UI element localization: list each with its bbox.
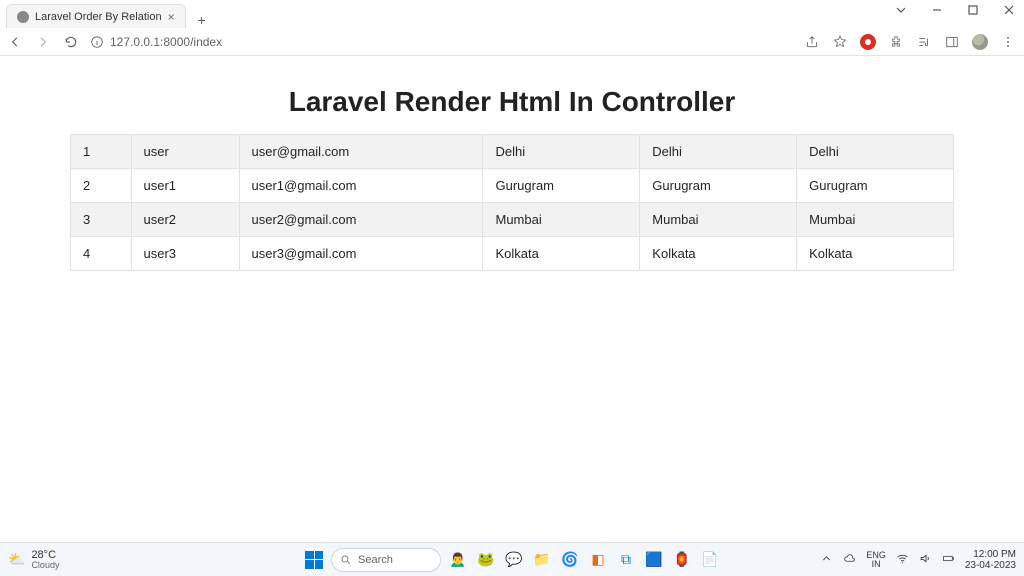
address-bar[interactable] (110, 35, 792, 49)
taskbar-app-edge[interactable]: 🟦 (643, 549, 665, 571)
tray-wifi-icon[interactable] (896, 552, 909, 568)
taskbar-app-1[interactable]: 🙍‍♂️ (447, 549, 469, 571)
user-table: 1useruser@gmail.comDelhiDelhiDelhi2user1… (70, 134, 954, 271)
table-row: 4user3user3@gmail.comKolkataKolkataKolka… (71, 237, 954, 271)
tab-favicon-icon (17, 11, 29, 23)
tray-date: 23-04-2023 (965, 560, 1016, 571)
table-cell: user2@gmail.com (239, 203, 483, 237)
tray-overflow-icon[interactable] (820, 552, 833, 568)
table-cell: user@gmail.com (239, 135, 483, 169)
taskbar-app-vscode[interactable]: ⧉ (615, 549, 637, 571)
taskbar-app-chrome[interactable]: 🌀 (559, 549, 581, 571)
table-cell: Kolkata (797, 237, 954, 271)
table-cell: Gurugram (483, 169, 640, 203)
table-cell: 1 (71, 135, 132, 169)
opera-icon[interactable] (860, 34, 876, 50)
taskbar-app-opera[interactable]: 🏮 (671, 549, 693, 571)
window-close-icon[interactable] (1000, 4, 1018, 18)
table-cell: Mumbai (797, 203, 954, 237)
playlist-icon[interactable] (916, 34, 932, 50)
forward-button[interactable] (36, 35, 50, 49)
table-cell: 2 (71, 169, 132, 203)
page-title: Laravel Render Html In Controller (70, 86, 954, 118)
taskbar-app-explorer[interactable]: 📁 (531, 549, 553, 571)
weather-icon: ⛅ (8, 551, 25, 568)
back-button[interactable] (8, 35, 22, 49)
taskbar-app-xampp[interactable]: ◧ (587, 549, 609, 571)
table-cell: Delhi (483, 135, 640, 169)
start-button[interactable] (303, 549, 325, 571)
taskbar-app-2[interactable]: 🐸 (475, 549, 497, 571)
taskbar-weather[interactable]: ⛅ 28°C Cloudy (0, 550, 59, 570)
tray-time: 12:00 PM (965, 549, 1016, 560)
tray-language[interactable]: ENG IN (866, 551, 886, 569)
profile-avatar-icon[interactable] (972, 34, 988, 50)
share-icon[interactable] (804, 34, 820, 50)
new-tab-button[interactable]: + (192, 12, 212, 28)
tray-lang-2: IN (866, 560, 886, 569)
window-maximize-icon[interactable] (964, 4, 982, 18)
table-cell: user (131, 135, 239, 169)
panel-icon[interactable] (944, 34, 960, 50)
weather-temp: 28°C (31, 550, 59, 561)
windows-taskbar: ⛅ 28°C Cloudy Search 🙍‍♂️ 🐸 💬 📁 🌀 ◧ ⧉ 🟦 … (0, 542, 1024, 576)
tab-title: Laravel Order By Relation (35, 11, 162, 23)
page-content: Laravel Render Html In Controller 1useru… (0, 56, 1024, 271)
table-cell: Delhi (797, 135, 954, 169)
table-cell: user3@gmail.com (239, 237, 483, 271)
table-cell: Kolkata (640, 237, 797, 271)
taskbar-search[interactable]: Search (331, 548, 441, 572)
table-cell: user3 (131, 237, 239, 271)
table-cell: Kolkata (483, 237, 640, 271)
browser-tab[interactable]: Laravel Order By Relation × (6, 4, 186, 28)
table-cell: Mumbai (483, 203, 640, 237)
table-cell: Mumbai (640, 203, 797, 237)
tray-volume-icon[interactable] (919, 552, 932, 568)
taskbar-search-label: Search (358, 554, 393, 566)
window-minimize-icon[interactable] (928, 4, 946, 18)
table-cell: 4 (71, 237, 132, 271)
bookmark-icon[interactable] (832, 34, 848, 50)
table-row: 3user2user2@gmail.comMumbaiMumbaiMumbai (71, 203, 954, 237)
table-row: 2user1user1@gmail.comGurugramGurugramGur… (71, 169, 954, 203)
taskbar-app-word[interactable]: 📄 (699, 549, 721, 571)
window-dropdown-icon[interactable] (892, 4, 910, 18)
reload-button[interactable] (64, 35, 78, 49)
weather-condition: Cloudy (31, 561, 59, 570)
table-cell: user1@gmail.com (239, 169, 483, 203)
table-cell: 3 (71, 203, 132, 237)
menu-icon[interactable] (1000, 34, 1016, 50)
site-info-icon[interactable] (90, 35, 104, 49)
tab-close-icon[interactable]: × (168, 10, 175, 24)
taskbar-app-chat[interactable]: 💬 (503, 549, 525, 571)
tab-strip: Laravel Order By Relation × + (0, 0, 1024, 28)
table-cell: Gurugram (797, 169, 954, 203)
tray-clock[interactable]: 12:00 PM 23-04-2023 (965, 549, 1016, 571)
table-cell: user1 (131, 169, 239, 203)
table-cell: Delhi (640, 135, 797, 169)
table-cell: user2 (131, 203, 239, 237)
table-cell: Gurugram (640, 169, 797, 203)
tray-battery-icon[interactable] (942, 552, 955, 568)
toolbar (0, 28, 1024, 56)
table-row: 1useruser@gmail.comDelhiDelhiDelhi (71, 135, 954, 169)
extensions-icon[interactable] (888, 34, 904, 50)
tray-onedrive-icon[interactable] (843, 552, 856, 568)
